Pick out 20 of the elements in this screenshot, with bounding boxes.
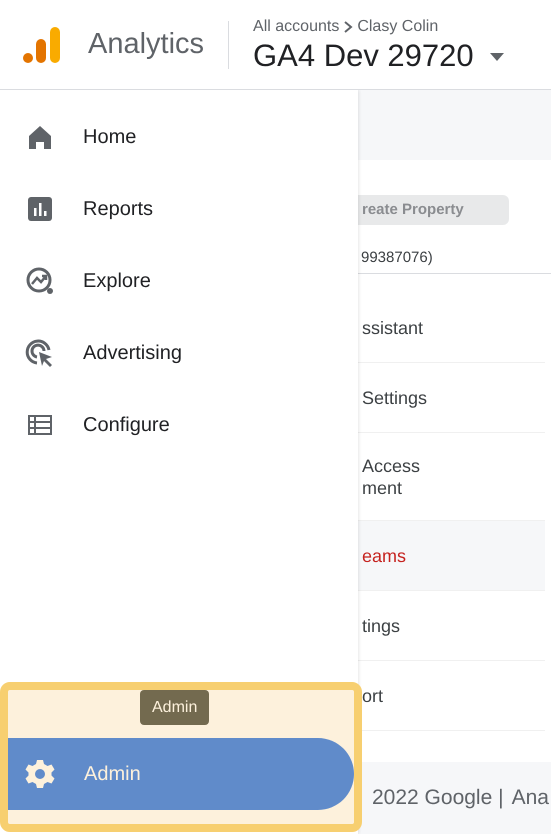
nav-item[interactable]: Reports	[0, 173, 340, 245]
nav-item[interactable]: Advertising	[0, 317, 340, 389]
trend-circle-icon	[25, 266, 55, 296]
nav-item[interactable]: Configure	[0, 389, 340, 461]
footer-link[interactable]: Ana	[512, 782, 549, 814]
nav-item[interactable]: Home	[0, 101, 340, 173]
product-name: Analytics	[88, 26, 204, 62]
chevron-right-icon	[343, 20, 354, 34]
copyright-text: 2022 Google |	[372, 785, 504, 812]
caret-down-icon	[490, 52, 504, 60]
property-selector[interactable]: GA4 Dev 29720	[253, 39, 504, 74]
bar-chart-icon	[25, 194, 55, 224]
cursor-target-icon	[25, 338, 55, 368]
breadcrumb-link[interactable]: All accounts	[253, 15, 340, 40]
breadcrumb-link[interactable]: Clasy Colin	[357, 15, 438, 40]
settings-item[interactable]: eams	[358, 521, 545, 591]
settings-icon	[24, 758, 56, 790]
nav-item[interactable]: Explore	[0, 245, 340, 317]
tooltip: Admin	[140, 690, 210, 725]
analytics-logo	[22, 24, 62, 64]
